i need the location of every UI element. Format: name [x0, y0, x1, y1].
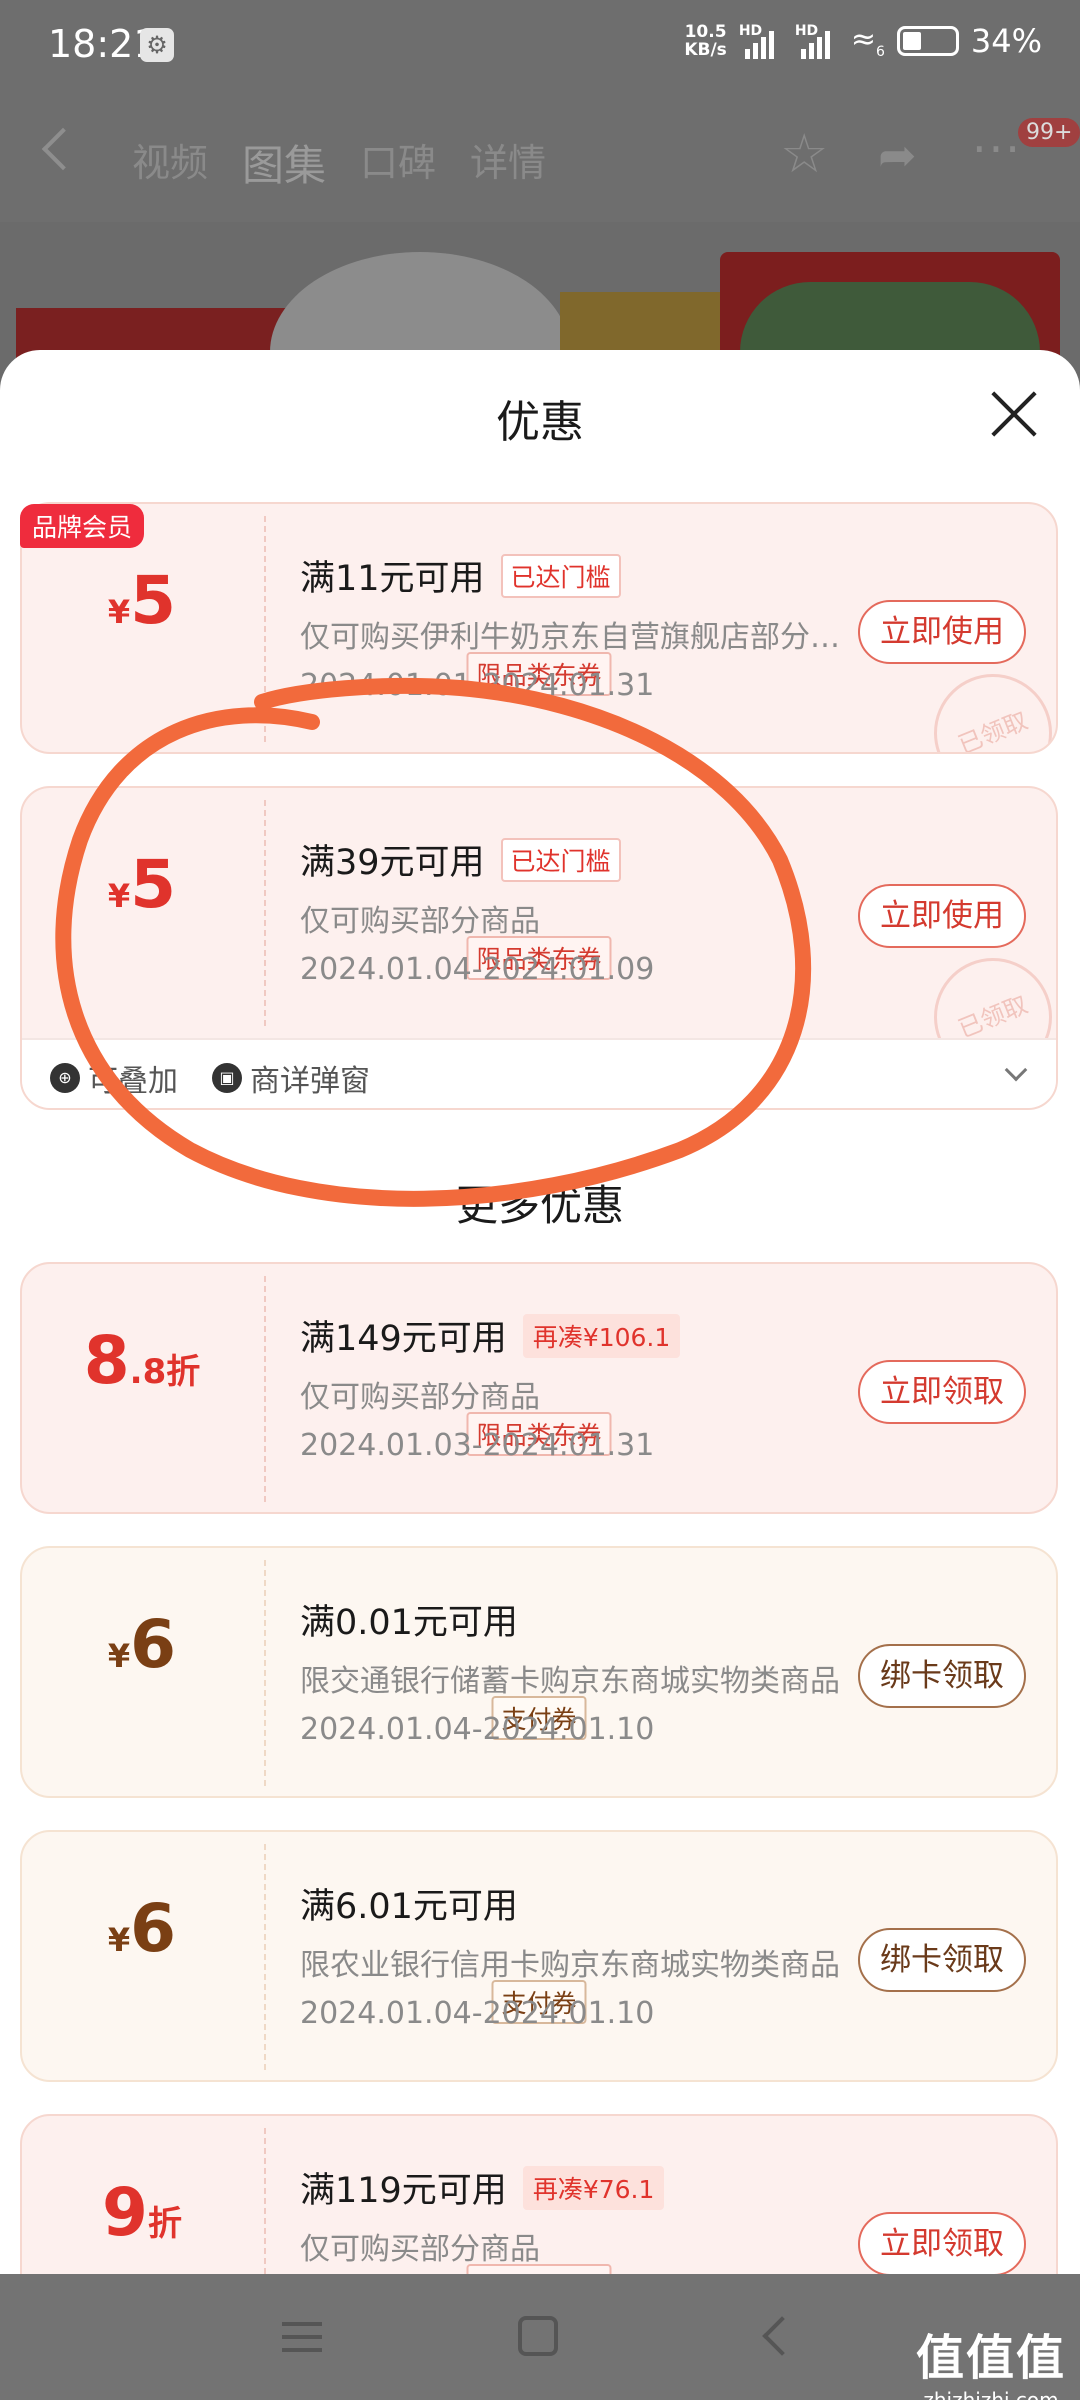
- coupon-amount: ¥6: [107, 1606, 177, 1683]
- coupon-amount: ¥5: [107, 562, 177, 639]
- tab-video[interactable]: 视频: [132, 132, 208, 193]
- discount-sheet: 优惠 品牌会员 ¥5 限品类东券 满11元可用 已达门槛 仅可购买伊利牛奶京东自营…: [0, 350, 1080, 2274]
- coupon-card: ¥5 限品类东券 满11元可用 已达门槛 仅可购买伊利牛奶京东自营旗舰店部分商品 …: [20, 502, 1058, 754]
- coupon-description: 限交通银行储蓄卡购京东商城实物类商品: [300, 1664, 840, 1699]
- coupon-tag: 再凑¥76.1: [522, 2165, 665, 2210]
- coupon-tag: 已达门槛: [500, 837, 621, 882]
- claimed-stamp: 已领取: [916, 656, 1056, 752]
- coupon-card: 8.8折 限品类东券 满149元可用 再凑¥106.1 仅可购买部分商品 2024…: [20, 1262, 1058, 1514]
- use-now-button[interactable]: 立即使用: [858, 884, 1026, 948]
- coupon-description: 仅可购买部分商品: [300, 1380, 540, 1415]
- coupon-card: ¥5 限品类东券 满39元可用 已达门槛 仅可购买部分商品 2024.01.04-…: [20, 786, 1058, 1110]
- claim-now-button[interactable]: 立即领取: [858, 2212, 1026, 2274]
- coupon-description: 仅可购买伊利牛奶京东自营旗舰店部分商品: [300, 620, 840, 655]
- bind-card-button[interactable]: 绑卡领取: [858, 1928, 1026, 1992]
- battery-icon: [896, 26, 959, 56]
- use-now-button[interactable]: 立即使用: [858, 600, 1026, 664]
- wifi-icon: ≈6: [850, 22, 885, 60]
- tab-details[interactable]: 详情: [470, 132, 546, 193]
- stackable-label: 可叠加: [88, 1064, 178, 1099]
- coupon-card: ¥6 支付券 满0.01元可用 限交通银行储蓄卡购京东商城实物类商品 2024.…: [20, 1546, 1058, 1798]
- coupon-condition: 满119元可用: [300, 2171, 507, 2211]
- more-icon[interactable]: ···: [972, 122, 1022, 176]
- coupon-amount: ¥5: [107, 846, 177, 923]
- coupon-date: 2024.01.03-2024.01.31: [300, 1428, 655, 1463]
- coupon-card: 9折 限品类东券 满119元可用再凑¥76.1 仅可购买部分商品 立即领取: [20, 2114, 1058, 2274]
- tab-bar: 视频 图集 口碑 详情: [132, 132, 546, 193]
- stack-icon: ⊕: [50, 1063, 80, 1093]
- coupon-description: 限农业银行信用卡购京东商城实物类商品: [300, 1948, 840, 1983]
- coupon-date: 2024.01.04-2024.01.10: [300, 1712, 655, 1747]
- share-icon[interactable]: ➦: [878, 128, 917, 182]
- claim-now-button[interactable]: 立即领取: [858, 1360, 1026, 1424]
- coupon-date: 2024.01.04-2024.01.09: [300, 952, 655, 987]
- page-header: 视频 图集 口碑 详情 ☆ ➦ ··· 99+: [0, 92, 1080, 222]
- coupon-description: 仅可购买部分商品: [300, 2232, 540, 2267]
- site-watermark: 值值值 zhizhizhi.com: [915, 2330, 1066, 2400]
- back-icon[interactable]: [41, 127, 85, 171]
- tab-reviews[interactable]: 口碑: [360, 132, 436, 193]
- coupon-date: 2024.01.01-2024.01.31: [300, 668, 655, 703]
- coupon-amount: 9折: [102, 2174, 182, 2251]
- coupon-date: 2024.01.04-2024.01.10: [300, 1996, 655, 2031]
- coupon-tag: 已达门槛: [500, 553, 621, 598]
- coupon-condition: 满0.01元可用: [300, 1603, 518, 1643]
- popup-icon: ▣: [212, 1063, 242, 1093]
- message-badge: 99+: [1018, 118, 1080, 147]
- coupon-amount: ¥6: [107, 1890, 177, 1967]
- coupon-footer[interactable]: ⊕ 可叠加 ▣ 商详弹窗: [22, 1038, 1056, 1108]
- coupon-condition: 满6.01元可用: [300, 1887, 518, 1927]
- popup-label: 商详弹窗: [250, 1064, 370, 1099]
- battery-percent: 34%: [970, 22, 1042, 60]
- coupon-card: ¥6 支付券 满6.01元可用 限农业银行信用卡购京东商城实物类商品 2024.…: [20, 1830, 1058, 2082]
- brand-member-badge: 品牌会员: [20, 504, 145, 548]
- back-nav-icon[interactable]: [762, 2316, 802, 2356]
- signal-icon-2: HD: [795, 23, 839, 59]
- coupon-amount: 8.8折: [83, 1322, 201, 1399]
- coupon-description: 仅可购买部分商品: [300, 904, 540, 939]
- coupon-condition: 满39元可用: [300, 843, 485, 883]
- sheet-title: 优惠: [496, 397, 584, 448]
- network-speed: 10.5 KB/s: [684, 22, 727, 60]
- coupon-tag: 再凑¥106.1: [522, 1313, 681, 1358]
- star-icon[interactable]: ☆: [780, 122, 828, 185]
- section-title-more: 更多优惠: [455, 1181, 624, 1230]
- coupon-condition: 满149元可用: [300, 1319, 507, 1359]
- tab-gallery[interactable]: 图集: [242, 132, 326, 193]
- status-bar: 18:21 ⚙ 10.5 KB/s HD HD ≈6 34%: [0, 0, 1080, 92]
- wrench-icon: ⚙: [140, 28, 174, 62]
- menu-icon[interactable]: [282, 2322, 322, 2352]
- home-icon[interactable]: [518, 2316, 558, 2356]
- bind-card-button[interactable]: 绑卡领取: [858, 1644, 1026, 1708]
- coupon-condition: 满11元可用: [300, 559, 485, 599]
- chevron-down-icon[interactable]: [1004, 1058, 1028, 1082]
- signal-icon: HD: [739, 23, 783, 59]
- close-icon[interactable]: [990, 390, 1038, 438]
